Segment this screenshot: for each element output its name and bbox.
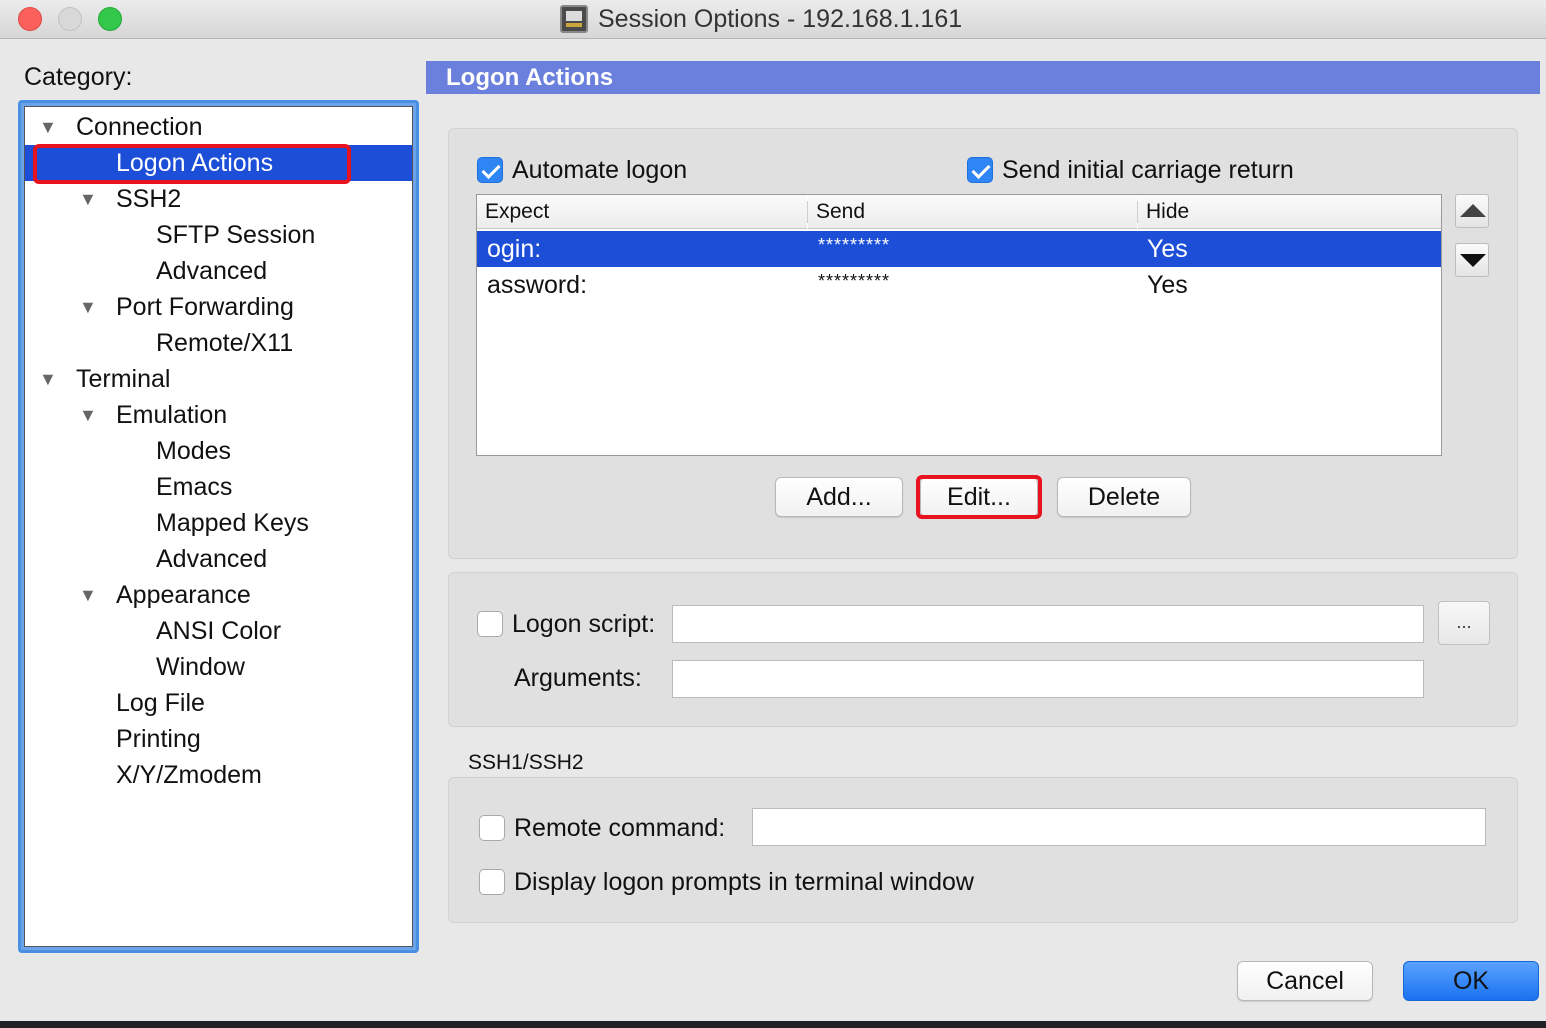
tree-item[interactable]: ▼ SSH2 bbox=[25, 181, 412, 217]
tree-item-label: ANSI Color bbox=[156, 617, 282, 645]
arrow-up-icon bbox=[1460, 204, 1486, 217]
display-logon-prompts-label: Display logon prompts in terminal window bbox=[514, 868, 974, 896]
tree-item-label: Remote/X11 bbox=[156, 329, 294, 357]
tree-item[interactable]: Remote/X11 bbox=[25, 325, 412, 361]
delete-button[interactable]: Delete bbox=[1057, 477, 1191, 517]
automate-logon-checkbox[interactable] bbox=[477, 157, 503, 183]
tree-item[interactable]: ▼ Terminal bbox=[25, 361, 412, 397]
logon-script-label: Logon script: bbox=[512, 610, 656, 638]
annotation-highlight-edit-button bbox=[916, 475, 1042, 519]
tree-item-label: Terminal bbox=[76, 365, 171, 393]
column-header-hide[interactable]: Hide bbox=[1138, 195, 1441, 229]
tree-item[interactable]: Log File bbox=[25, 685, 412, 721]
tree-item-label: Log File bbox=[116, 689, 205, 717]
tree-item[interactable]: X/Y/Zmodem bbox=[25, 757, 412, 793]
cell-send: ********* bbox=[818, 235, 891, 255]
cell-expect: assword: bbox=[487, 271, 588, 299]
cell-send: ********* bbox=[818, 271, 891, 291]
logon-script-group bbox=[448, 572, 1518, 727]
disclosure-triangle-icon[interactable]: ▼ bbox=[39, 361, 59, 397]
arguments-label: Arguments: bbox=[514, 664, 642, 692]
window-title: Session Options - 192.168.1.161 bbox=[598, 5, 963, 33]
tree-item-label: Mapped Keys bbox=[156, 509, 309, 537]
tree-item-label: Appearance bbox=[116, 581, 251, 609]
tree-item-label: Printing bbox=[116, 725, 201, 753]
tree-item[interactable]: ▼ Appearance bbox=[25, 577, 412, 613]
tree-item-label: Modes bbox=[156, 437, 232, 465]
title-bar: Session Options - 192.168.1.161 bbox=[0, 0, 1546, 39]
maximize-window-button[interactable] bbox=[98, 7, 122, 31]
category-tree[interactable]: ▼ Connection Logon Actions ▼ SSH2 SFTP Sessio… bbox=[24, 106, 413, 947]
column-header-send[interactable]: Send bbox=[808, 195, 1137, 229]
table-row[interactable]: ogin: ********* Yes bbox=[477, 231, 1441, 267]
automate-logon-label: Automate logon bbox=[512, 156, 688, 184]
remote-command-checkbox[interactable] bbox=[479, 815, 505, 841]
disclosure-triangle-icon[interactable]: ▼ bbox=[79, 289, 99, 325]
tree-item-label: Window bbox=[156, 653, 245, 681]
tree-item-label: Connection bbox=[76, 113, 203, 141]
display-logon-prompts-checkbox[interactable] bbox=[479, 869, 505, 895]
logon-script-checkbox[interactable] bbox=[477, 611, 503, 637]
send-carriage-return-checkbox[interactable] bbox=[967, 157, 993, 183]
disclosure-triangle-icon[interactable]: ▼ bbox=[39, 109, 59, 145]
tree-item-label: SFTP Session bbox=[156, 221, 316, 249]
tree-item[interactable]: Printing bbox=[25, 721, 412, 757]
tree-item[interactable]: Advanced bbox=[25, 253, 412, 289]
tree-item-label: Emulation bbox=[116, 401, 228, 429]
table-row[interactable]: assword: ********* Yes bbox=[477, 267, 1441, 303]
tree-item[interactable]: Emacs bbox=[25, 469, 412, 505]
cancel-button[interactable]: Cancel bbox=[1237, 961, 1373, 1001]
column-header-expect[interactable]: Expect bbox=[477, 195, 807, 229]
tree-item-label: Advanced bbox=[156, 545, 268, 573]
disclosure-triangle-icon[interactable]: ▼ bbox=[79, 181, 99, 217]
annotation-highlight-logon-actions bbox=[33, 144, 351, 184]
logon-actions-table[interactable]: Expect Send Hide ogin: ********* Yes ass… bbox=[476, 194, 1442, 456]
section-title: Logon Actions bbox=[426, 61, 1540, 94]
ssh-group-label: SSH1/SSH2 bbox=[468, 751, 584, 774]
disclosure-triangle-icon[interactable]: ▼ bbox=[79, 397, 99, 433]
browse-button[interactable]: ... bbox=[1438, 601, 1490, 645]
tree-item-label: Port Forwarding bbox=[116, 293, 294, 321]
desktop-edge bbox=[0, 1021, 1546, 1028]
remote-command-field[interactable] bbox=[752, 808, 1486, 846]
move-up-button[interactable] bbox=[1455, 194, 1489, 228]
tree-item[interactable]: ▼ Emulation bbox=[25, 397, 412, 433]
ok-button[interactable]: OK bbox=[1403, 961, 1539, 1001]
tree-item[interactable]: Mapped Keys bbox=[25, 505, 412, 541]
move-down-button[interactable] bbox=[1455, 243, 1489, 277]
cell-hide: Yes bbox=[1147, 271, 1188, 299]
arguments-field[interactable] bbox=[672, 660, 1424, 698]
tree-item[interactable]: Modes bbox=[25, 433, 412, 469]
tree-item[interactable]: Advanced bbox=[25, 541, 412, 577]
disclosure-triangle-icon[interactable]: ▼ bbox=[79, 577, 99, 613]
tree-item-label: SSH2 bbox=[116, 185, 182, 213]
tree-item[interactable]: Window bbox=[25, 649, 412, 685]
category-label: Category: bbox=[24, 63, 133, 91]
tree-item[interactable]: ANSI Color bbox=[25, 613, 412, 649]
tree-item[interactable]: ▼ Connection bbox=[25, 109, 412, 145]
arrow-down-icon bbox=[1460, 254, 1486, 267]
app-terminal-icon bbox=[560, 5, 588, 33]
tree-item-label: Advanced bbox=[156, 257, 268, 285]
cell-hide: Yes bbox=[1147, 235, 1188, 263]
ssh-options-group bbox=[448, 777, 1518, 923]
send-carriage-return-label: Send initial carriage return bbox=[1002, 156, 1294, 184]
tree-item[interactable]: ▼ Port Forwarding bbox=[25, 289, 412, 325]
tree-item[interactable]: SFTP Session bbox=[25, 217, 412, 253]
minimize-window-button[interactable] bbox=[58, 7, 82, 31]
logon-script-field[interactable] bbox=[672, 605, 1424, 643]
tree-item-label: Emacs bbox=[156, 473, 233, 501]
tree-item-label: X/Y/Zmodem bbox=[116, 761, 262, 789]
close-window-button[interactable] bbox=[18, 7, 42, 31]
cell-expect: ogin: bbox=[487, 235, 542, 263]
remote-command-label: Remote command: bbox=[514, 814, 726, 842]
add-button[interactable]: Add... bbox=[775, 477, 903, 517]
